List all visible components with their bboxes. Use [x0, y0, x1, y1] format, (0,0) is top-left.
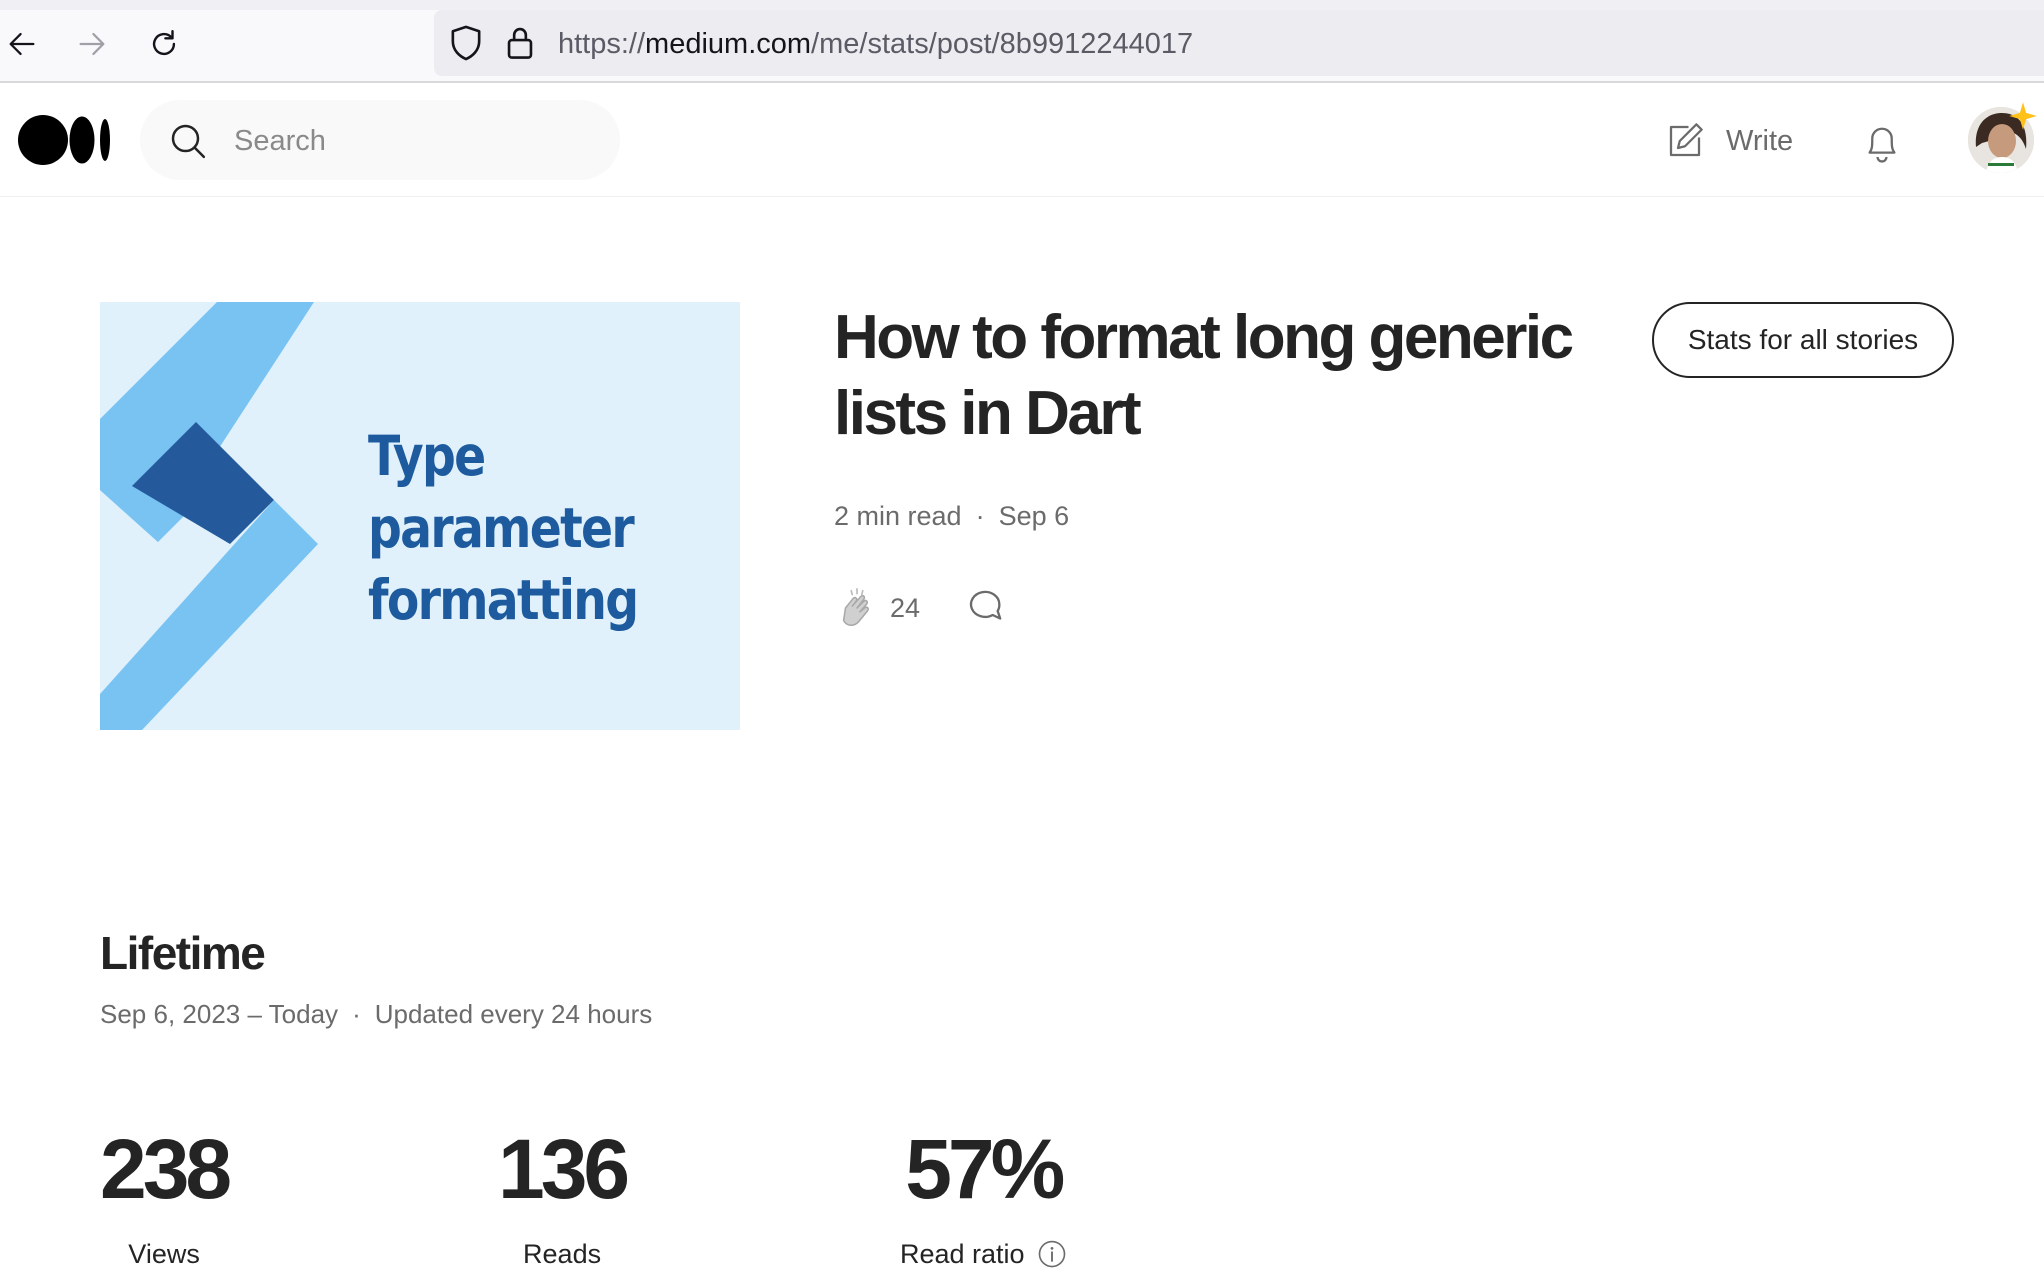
back-arrow-icon	[9, 32, 35, 56]
cover-line: formatting	[368, 568, 639, 632]
url-text[interactable]: https://medium.com/me/stats/post/8b99122…	[558, 24, 1193, 64]
url-host: medium.com	[645, 28, 812, 60]
story-title[interactable]: How to format long generic lists in Dart	[834, 300, 1634, 452]
stats-for-all-stories-button[interactable]: Stats for all stories	[1652, 302, 1954, 378]
lifetime-heading: Lifetime	[100, 927, 266, 979]
read-ratio-stat: 57% Read ratio	[900, 1122, 1067, 1272]
back-button[interactable]	[0, 22, 44, 66]
reads-stat: 136 Reads	[498, 1122, 630, 1272]
views-value: 238	[100, 1122, 232, 1216]
cover-line: parameter	[368, 496, 635, 560]
tracking-protection-shield-icon[interactable]	[448, 24, 484, 62]
read-ratio-value: 57%	[905, 1122, 1065, 1216]
publish-date: Sep 6	[998, 501, 1070, 531]
subtitle-separator: ·	[352, 999, 361, 1029]
story-meta: 2 min read · Sep 6	[834, 496, 1069, 536]
forward-button[interactable]	[70, 22, 114, 66]
forward-arrow-icon	[79, 32, 105, 56]
stat-label-text: Read ratio	[900, 1239, 1025, 1269]
write-button[interactable]: Write	[1664, 113, 1793, 169]
stat-label-text: Views	[128, 1239, 200, 1269]
url-scheme: https://	[558, 28, 646, 60]
update-frequency: Updated every 24 hours	[374, 999, 653, 1029]
lifetime-subtitle: Sep 6, 2023 – Today · Updated every 24 hou…	[100, 996, 652, 1032]
meta-separator: ·	[975, 501, 985, 531]
lock-icon[interactable]	[504, 24, 536, 62]
read-ratio-label: Read ratio	[900, 1236, 1067, 1272]
search-icon	[171, 124, 206, 159]
medium-logo-icon[interactable]	[18, 113, 112, 167]
date-range: Sep 6, 2023 – Today	[100, 999, 339, 1029]
cover-line: Type	[368, 424, 486, 488]
views-stat: 238 Views	[100, 1122, 232, 1272]
write-pencil-icon	[1669, 123, 1703, 157]
stat-label-text: Reads	[523, 1239, 602, 1269]
clap-button[interactable]: 24	[834, 584, 920, 632]
tab-strip-edge	[0, 0, 2044, 10]
notifications-bell-icon[interactable]	[1860, 119, 1904, 165]
story-cover-image: Type parameter formatting	[100, 302, 740, 730]
membership-star-icon	[2009, 102, 2037, 130]
reload-icon	[152, 30, 176, 56]
browser-toolbar: https://medium.com/me/stats/post/8b99122…	[0, 0, 2044, 83]
clap-count: 24	[890, 592, 921, 623]
info-icon[interactable]	[1037, 1239, 1067, 1269]
site-header: Write	[0, 85, 2044, 197]
clap-hands-icon	[842, 587, 869, 627]
reads-label: Reads	[498, 1236, 626, 1272]
views-label: Views	[100, 1236, 228, 1272]
write-label: Write	[1726, 124, 1794, 157]
search-input[interactable]	[234, 120, 594, 162]
read-time: 2 min read	[834, 501, 962, 531]
reload-button[interactable]	[142, 22, 186, 66]
cover-title-text: Type parameter formatting	[368, 420, 678, 636]
address-bar[interactable]: https://medium.com/me/stats/post/8b99122…	[434, 10, 2044, 76]
url-path: /me/stats/post/8b9912244017	[811, 28, 1194, 60]
search-box[interactable]	[140, 100, 620, 180]
reads-value: 136	[498, 1122, 630, 1216]
comment-bubble-icon[interactable]	[966, 586, 1006, 626]
